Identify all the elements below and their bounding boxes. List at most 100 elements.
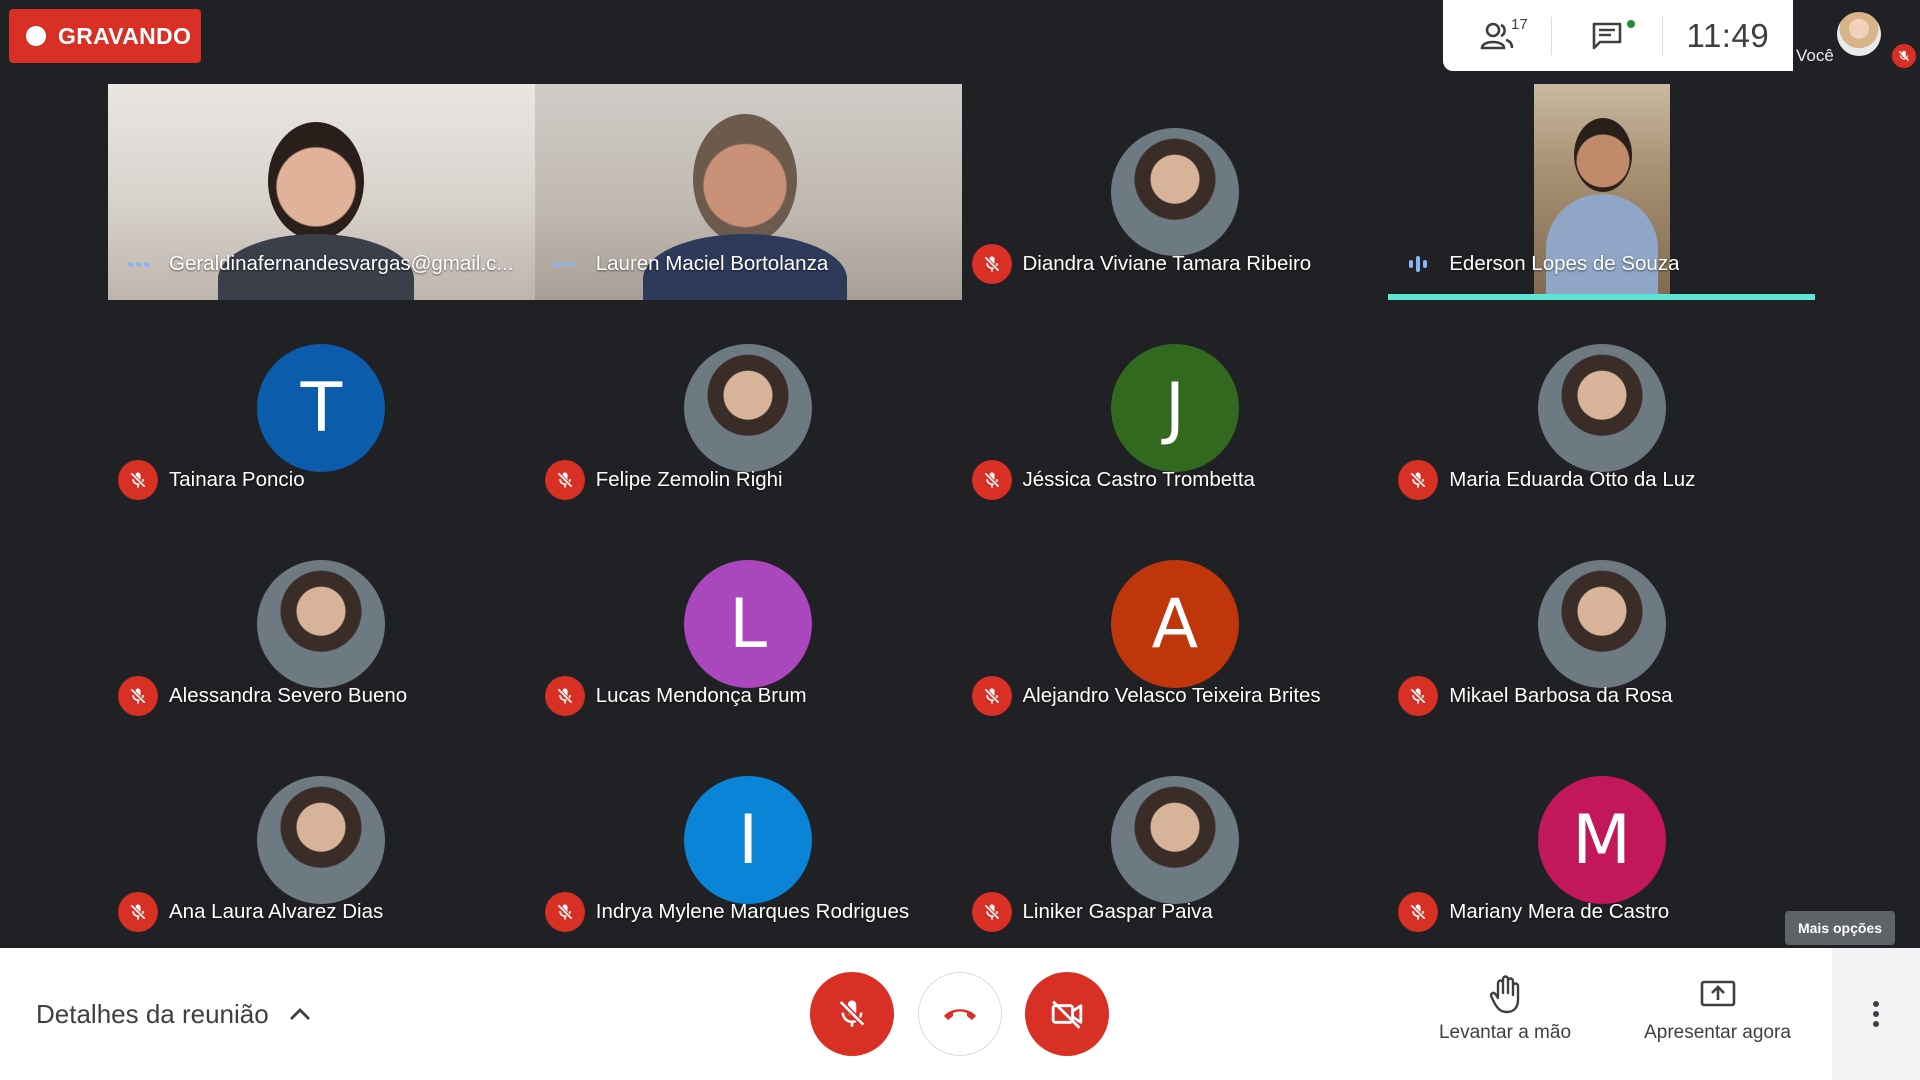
self-view[interactable]: Você	[1791, 0, 1920, 71]
participant-tile[interactable]: I Indrya Mylene Marques Rodrigues	[535, 732, 962, 948]
participant-tile[interactable]: Ana Laura Alvarez Dias	[108, 732, 535, 948]
participant-namebar: Lauren Maciel Bortolanza	[545, 244, 828, 284]
clock: 11:49	[1686, 16, 1770, 54]
participant-namebar: Liniker Gaspar Paiva	[971, 892, 1213, 932]
participant-tile[interactable]: A Alejandro Velasco Teixeira Brites	[962, 516, 1389, 732]
chat-notification-dot	[1625, 18, 1638, 30]
camera-toggle-button[interactable]	[1025, 972, 1109, 1056]
participant-avatar: M	[1537, 776, 1666, 904]
participant-name: Indrya Mylene Marques Rodrigues	[595, 900, 910, 923]
participant-avatar	[1537, 560, 1666, 688]
participant-tile[interactable]: Alessandra Severo Bueno	[108, 516, 535, 732]
people-button[interactable]: 17	[1443, 0, 1551, 71]
participant-name: Mikael Barbosa da Rosa	[1449, 684, 1673, 707]
participant-namebar: Alessandra Severo Bueno	[118, 676, 407, 716]
participant-namebar: Mikael Barbosa da Rosa	[1398, 676, 1673, 716]
participants-grid: Geraldinafernandesvargas@gmail.c... Laure…	[108, 84, 1815, 948]
recording-label: GRAVANDO	[58, 22, 192, 49]
recording-dot-icon	[26, 26, 46, 46]
participant-tile[interactable]: J Jéssica Castro Trombetta	[962, 300, 1389, 516]
participant-tile[interactable]: M Mariany Mera de Castro	[1388, 732, 1815, 948]
bottom-bar: Detalhes da reunião Levantar a mão Apres…	[0, 948, 1920, 1080]
meeting-details-label: Detalhes da reunião	[36, 998, 269, 1029]
mic-off-icon	[838, 999, 866, 1027]
raise-hand-button[interactable]: Levantar a mão	[1430, 972, 1580, 1044]
mic-off-icon	[971, 676, 1012, 716]
participant-tile[interactable]: Diandra Viviane Tamara Ribeiro	[962, 84, 1389, 300]
participant-name: Maria Eduarda Otto da Luz	[1449, 468, 1696, 491]
self-avatar	[1837, 12, 1881, 56]
raise-hand-label: Levantar a mão	[1438, 1022, 1572, 1043]
participant-avatar: A	[1110, 560, 1239, 688]
participant-namebar: Lucas Mendonça Brum	[544, 676, 807, 716]
mic-off-icon	[1398, 460, 1439, 500]
participant-name: Geraldinafernandesvargas@gmail.c...	[169, 252, 514, 275]
participant-avatar	[1110, 776, 1239, 904]
participant-name: Lauren Maciel Bortolanza	[595, 252, 829, 275]
people-count: 17	[1511, 16, 1528, 33]
meeting-details-button[interactable]: Detalhes da reunião	[36, 948, 311, 1080]
participant-namebar: Indrya Mylene Marques Rodrigues	[544, 892, 910, 932]
participant-namebar: Alejandro Velasco Teixeira Brites	[971, 676, 1321, 716]
chat-button[interactable]	[1552, 0, 1661, 71]
more-horiz-icon	[118, 244, 158, 284]
participant-tile[interactable]: Mikael Barbosa da Rosa	[1388, 516, 1815, 732]
participant-avatar	[1110, 128, 1239, 256]
participant-namebar: Ana Laura Alvarez Dias	[118, 892, 383, 932]
participant-tile[interactable]: Geraldinafernandesvargas@gmail.c...	[108, 84, 535, 300]
participant-avatar: T	[257, 344, 386, 472]
camera-off-icon	[1051, 1000, 1083, 1029]
participant-name: Tainara Poncio	[169, 468, 305, 491]
participant-avatar	[684, 344, 813, 472]
more-horiz-icon	[545, 244, 585, 284]
participant-tile[interactable]: L Lucas Mendonça Brum	[535, 516, 962, 732]
participant-tile[interactable]: Ederson Lopes de Souza	[1388, 84, 1815, 300]
present-now-button[interactable]: Apresentar agora	[1630, 972, 1805, 1044]
participant-name: Ederson Lopes de Souza	[1449, 252, 1680, 275]
meet-call-screen: GRAVANDO 17 11:49 Você Geraldinafernande…	[0, 0, 1920, 1080]
mic-off-icon	[971, 460, 1012, 500]
participant-avatar	[257, 560, 386, 688]
chevron-up-icon	[289, 1007, 311, 1021]
mic-off-icon	[118, 676, 158, 716]
participant-namebar: Diandra Viviane Tamara Ribeiro	[971, 244, 1312, 284]
present-label: Apresentar agora	[1644, 1022, 1791, 1043]
people-icon	[1480, 22, 1514, 49]
mic-off-icon	[544, 676, 585, 716]
leave-call-button[interactable]	[918, 972, 1002, 1056]
participant-namebar: Maria Eduarda Otto da Luz	[1398, 460, 1695, 500]
participant-name: Alessandra Severo Bueno	[169, 684, 408, 707]
participant-namebar: Jéssica Castro Trombetta	[971, 460, 1255, 500]
participant-avatar	[1537, 344, 1666, 472]
participant-name: Jéssica Castro Trombetta	[1022, 468, 1255, 491]
participant-avatar: L	[684, 560, 813, 688]
recording-badge: GRAVANDO	[9, 9, 201, 63]
participant-namebar: Mariany Mera de Castro	[1398, 892, 1669, 932]
mic-off-icon	[118, 460, 158, 500]
mic-off-icon	[544, 460, 585, 500]
mic-off-icon	[118, 892, 158, 932]
participant-tile[interactable]: T Tainara Poncio	[108, 300, 535, 516]
participant-namebar: Geraldinafernandesvargas@gmail.c...	[118, 244, 513, 284]
chat-icon	[1592, 22, 1622, 49]
mic-off-icon	[1398, 676, 1439, 716]
participant-tile[interactable]: Felipe Zemolin Righi	[535, 300, 962, 516]
present-icon	[1700, 972, 1736, 1016]
mic-off-icon	[971, 892, 1012, 932]
participant-name: Diandra Viviane Tamara Ribeiro	[1022, 252, 1312, 275]
self-mic-off-icon	[1892, 44, 1916, 68]
self-label: Você	[1796, 46, 1834, 65]
participant-tile[interactable]: Maria Eduarda Otto da Luz	[1388, 300, 1815, 516]
top-info-panel: 17 11:49	[1443, 0, 1793, 71]
mic-toggle-button[interactable]	[810, 972, 894, 1056]
more-options-button[interactable]	[1832, 948, 1920, 1080]
participant-name: Alejandro Velasco Teixeira Brites	[1022, 684, 1321, 707]
more-vert-icon	[1873, 1001, 1879, 1027]
participant-tile[interactable]: Liniker Gaspar Paiva	[962, 732, 1389, 948]
participant-tile[interactable]: Lauren Maciel Bortolanza	[534, 84, 962, 300]
mic-off-icon	[544, 892, 585, 932]
hand-icon	[1489, 972, 1521, 1016]
participant-namebar: Ederson Lopes de Souza	[1398, 244, 1679, 284]
participant-avatar: J	[1110, 344, 1239, 472]
more-options-tooltip: Mais opções	[1785, 911, 1895, 945]
